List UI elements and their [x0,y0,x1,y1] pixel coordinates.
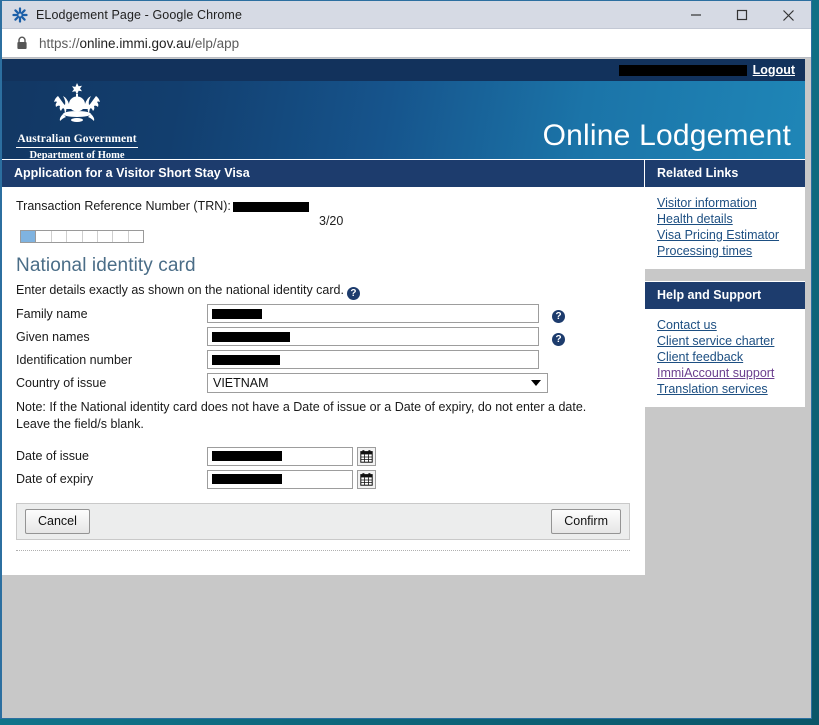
identification-number-label: Identification number [16,353,207,367]
lock-icon [16,36,28,50]
given-names-value-redacted [212,332,290,342]
sidebar-gap [645,269,805,281]
page-title: National identity card [16,255,630,277]
address-bar[interactable]: https://online.immi.gov.au/elp/app [2,29,811,58]
date-of-expiry-label: Date of expiry [16,472,207,486]
field-row-date-of-issue: Date of issue [16,447,630,466]
country-of-issue-label: Country of issue [16,376,207,390]
given-names-input[interactable] [207,327,539,346]
field-row-given-names: Given names ? [16,327,630,346]
intro-text: Enter details exactly as shown on the na… [16,283,630,300]
related-links-panel: Visitor information Health details Visa … [645,187,805,269]
country-of-issue-select[interactable]: VIETNAM [207,373,548,393]
progress-segment [83,231,98,242]
department-name: Department of Home Affairs [16,148,138,159]
calendar-icon[interactable] [357,447,376,466]
page-viewport: Logout [2,59,805,718]
site-banner: Logout [2,59,805,159]
desktop-backdrop: ELodgement Page - Google Chrome [0,0,819,725]
identification-number-input[interactable] [207,350,539,369]
form-action-bar: Cancel Confirm [16,503,630,540]
date-of-issue-label: Date of issue [16,449,207,463]
coat-of-arms-icon [40,81,114,127]
sidebar-item-contact-us[interactable]: Contact us [645,317,805,333]
logout-link[interactable]: Logout [753,63,795,77]
australian-coat-of-arms: Australian Government Department of Home… [16,81,138,159]
date-of-expiry-input[interactable] [207,470,353,489]
progress-segment [67,231,82,242]
intro-label: Enter details exactly as shown on the na… [16,283,344,297]
sidebar-item-immiaccount-support[interactable]: ImmiAccount support [645,365,805,381]
note-text: Note: If the National identity card does… [16,399,620,433]
chevron-down-icon [531,380,541,386]
form-body: Transaction Reference Number (TRN): 3/20 [2,187,644,489]
banner-top-bar: Logout [2,59,805,81]
identification-number-value-redacted [212,355,280,365]
url-text: https://online.immi.gov.au/elp/app [39,36,239,51]
progress-segment [36,231,51,242]
date-of-issue-input[interactable] [207,447,353,466]
sidebar-item-processing-times[interactable]: Processing times [645,243,805,259]
progress-segment [129,231,143,242]
url-scheme: https:// [39,36,80,51]
tab-title: ELodgement Page - Google Chrome [36,8,242,22]
field-row-country-of-issue: Country of issue VIETNAM [16,373,630,393]
url-host: online.immi.gov.au [80,36,192,51]
given-names-label: Given names [16,330,207,344]
date-fields: Date of issue [16,447,630,489]
browser-window: ELodgement Page - Google Chrome [0,0,812,719]
field-row-identification-number: Identification number [16,350,630,369]
maximize-button[interactable] [719,1,765,29]
progress-segment [21,231,36,242]
progress-bar [20,230,144,243]
minimize-button[interactable] [673,1,719,29]
gear-icon [12,7,28,23]
sidebar-item-client-service-charter[interactable]: Client service charter [645,333,805,349]
calendar-icon[interactable] [357,470,376,489]
help-circle-icon[interactable]: ? [552,310,565,323]
family-name-help-slot: ? [539,304,565,323]
related-links-heading: Related Links [645,159,805,187]
date-of-issue-value-redacted [212,451,282,461]
help-support-heading: Help and Support [645,281,805,309]
help-support-panel: Contact us Client service charter Client… [645,309,805,407]
date-of-expiry-value-redacted [212,474,282,484]
help-circle-icon[interactable]: ? [347,287,360,300]
trn-value-redacted [233,202,309,212]
confirm-button[interactable]: Confirm [551,509,621,534]
logged-in-user-redacted [619,65,747,76]
trn-line: Transaction Reference Number (TRN): [16,199,630,213]
window-controls [673,1,811,29]
window-title-bar: ELodgement Page - Google Chrome [2,1,811,29]
sidebar: Related Links Visitor information Health… [645,159,805,563]
progress-indicator: 3/20 [16,217,630,245]
url-path: /elp/app [191,36,239,51]
close-button[interactable] [765,1,811,29]
family-name-label: Family name [16,307,207,321]
progress-count: 3/20 [319,214,343,228]
progress-segment [52,231,67,242]
sidebar-item-client-feedback[interactable]: Client feedback [645,349,805,365]
progress-segment [98,231,113,242]
family-name-value-redacted [212,309,262,319]
family-name-input[interactable] [207,304,539,323]
trn-label: Transaction Reference Number (TRN): [16,199,231,213]
sidebar-item-visitor-information[interactable]: Visitor information [645,195,805,211]
given-names-help-slot: ? [539,327,565,346]
cancel-button[interactable]: Cancel [25,509,90,534]
country-of-issue-value: VIETNAM [213,376,269,390]
bottom-spacer [2,551,644,575]
help-circle-icon[interactable]: ? [552,333,565,346]
main-column: Application for a Visitor Short Stay Vis… [2,159,645,575]
government-name: Australian Government [16,133,138,148]
sidebar-item-health-details[interactable]: Health details [645,211,805,227]
banner-title: Online Lodgement [543,119,791,153]
page-content: Application for a Visitor Short Stay Vis… [2,159,805,718]
progress-segment [113,231,128,242]
field-row-date-of-expiry: Date of expiry [16,470,630,489]
field-row-family-name: Family name ? [16,304,630,323]
application-header: Application for a Visitor Short Stay Vis… [2,159,644,187]
sidebar-item-translation-services[interactable]: Translation services [645,381,805,397]
sidebar-item-visa-pricing-estimator[interactable]: Visa Pricing Estimator [645,227,805,243]
